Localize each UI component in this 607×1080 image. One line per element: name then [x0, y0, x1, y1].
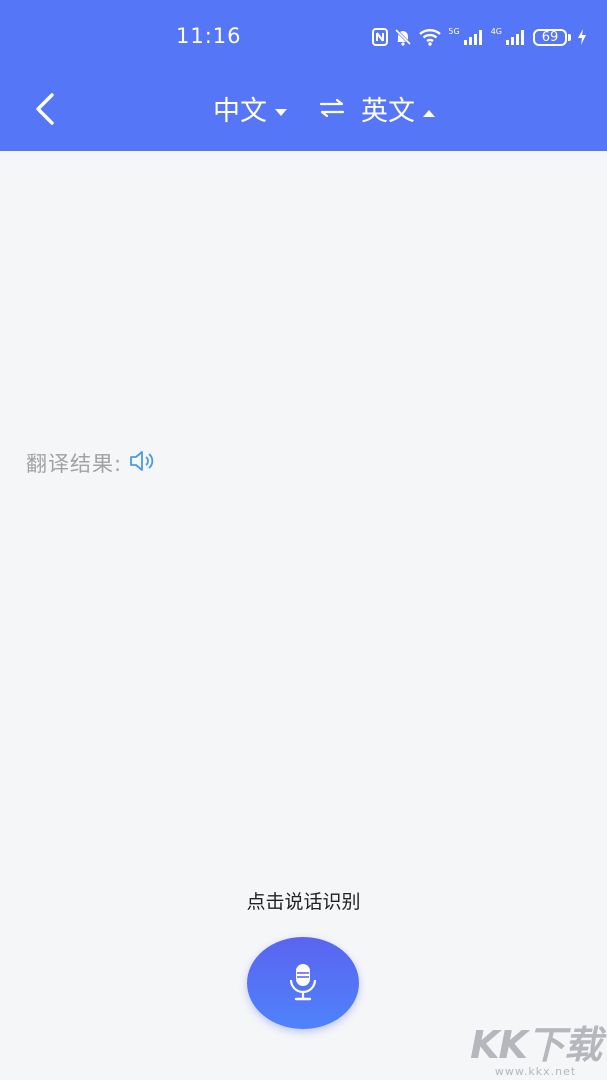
net-5g-label: 5G: [448, 27, 460, 36]
watermark-logo: KK下载: [470, 1023, 602, 1067]
nfc-icon: [372, 28, 389, 46]
caret-up-icon: [423, 93, 435, 124]
status-time: 11:16: [176, 24, 242, 48]
speaker-icon[interactable]: [128, 449, 156, 477]
translation-result-label: 翻译结果:: [26, 452, 123, 476]
microphone-button[interactable]: [247, 937, 359, 1029]
status-bar: 11:16 5G 4G 69: [0, 0, 607, 75]
back-arrow-icon: [28, 93, 64, 133]
signal-4g-icon: [505, 29, 527, 45]
target-language-selector[interactable]: 英文: [361, 88, 435, 128]
swap-arrows-icon: [318, 98, 346, 123]
source-language-label: 中文: [213, 95, 267, 127]
target-language-label: 英文: [361, 95, 415, 127]
battery-level: 69: [533, 28, 567, 46]
back-button[interactable]: [28, 89, 64, 129]
battery-tip: [568, 33, 571, 41]
wifi-icon: [418, 28, 442, 46]
net-4g-label: 4G: [490, 27, 502, 36]
status-icons: 5G 4G 69: [372, 23, 587, 51]
caret-down-icon: [275, 93, 287, 124]
watermark: KK下载 www.kkx.net: [470, 1023, 602, 1078]
app-header: 11:16 5G 4G 69 中文 英文: [0, 0, 607, 151]
translation-result-row: 翻译结果:: [26, 448, 156, 478]
charging-icon: [577, 29, 587, 45]
nav-bar: 中文 英文: [0, 75, 607, 151]
signal-5g-icon: [463, 29, 485, 45]
swap-languages-button[interactable]: [318, 97, 346, 119]
voice-hint-text: 点击说话识别: [246, 891, 361, 913]
mute-bell-icon: [394, 28, 412, 46]
source-language-selector[interactable]: 中文: [213, 88, 287, 128]
